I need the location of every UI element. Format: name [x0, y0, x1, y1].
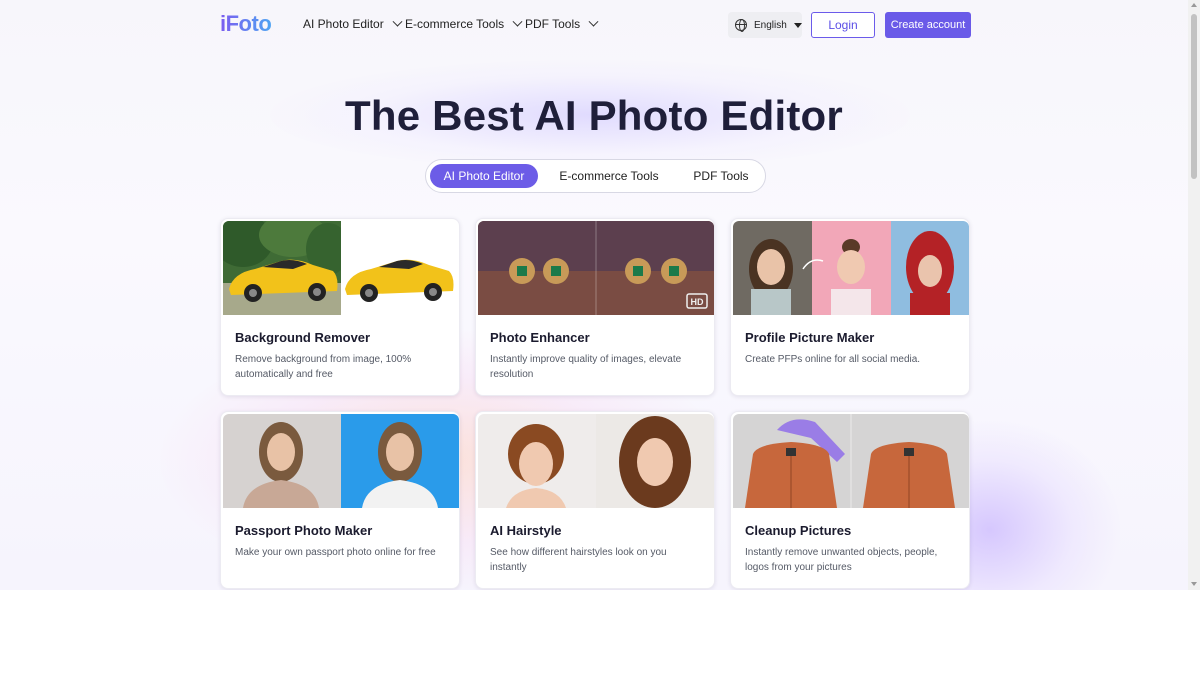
- category-tabs: AI Photo Editor E-commerce Tools PDF Too…: [425, 159, 766, 193]
- tab-ecommerce-tools[interactable]: E-commerce Tools: [548, 164, 670, 188]
- card-title: Cleanup Pictures: [745, 523, 852, 538]
- card-thumbnail: [223, 221, 459, 315]
- tool-card-passport-photo-maker[interactable]: Passport Photo Maker Make your own passp…: [220, 411, 460, 589]
- chevron-down-icon: [588, 16, 599, 27]
- nav-pdf-tools[interactable]: PDF Tools: [525, 16, 599, 31]
- tool-card-ai-hairstyle[interactable]: AI Hairstyle See how different hairstyle…: [475, 411, 715, 589]
- language-label: English: [754, 19, 787, 31]
- tab-pdf-tools[interactable]: PDF Tools: [680, 164, 762, 188]
- card-title: Profile Picture Maker: [745, 330, 875, 345]
- site-header: iFoto AI Photo Editor E-commerce Tools P…: [0, 0, 1188, 50]
- card-thumbnail: [223, 414, 459, 508]
- language-selector[interactable]: English: [728, 12, 802, 38]
- earrings-before-after-image: HD: [478, 221, 714, 315]
- scrollbar-thumb[interactable]: [1191, 14, 1197, 179]
- caret-down-icon: [793, 22, 802, 28]
- passport-before-after-image: [223, 414, 459, 508]
- card-description: Instantly remove unwanted objects, peopl…: [745, 547, 938, 573]
- nav-label: PDF Tools: [525, 17, 581, 31]
- scroll-down-arrow-icon[interactable]: [1191, 582, 1197, 586]
- chevron-down-icon: [512, 16, 523, 27]
- card-description: Instantly improve quality of images, ele…: [490, 354, 682, 380]
- card-description: Make your own passport photo online for …: [235, 547, 436, 558]
- scrollbar[interactable]: [1188, 0, 1200, 590]
- tab-ai-photo-editor[interactable]: AI Photo Editor: [430, 164, 538, 188]
- card-title: Photo Enhancer: [490, 330, 590, 345]
- create-account-button[interactable]: Create account: [885, 12, 971, 38]
- card-description: See how different hairstyles look on you…: [490, 547, 667, 573]
- tool-card-profile-picture-maker[interactable]: Profile Picture Maker Create PFPs online…: [730, 218, 970, 396]
- car-before-after-image: [223, 221, 459, 315]
- card-thumbnail: [478, 414, 714, 508]
- card-thumbnail: [733, 221, 969, 315]
- nav-ecommerce-tools[interactable]: E-commerce Tools: [405, 16, 523, 31]
- card-thumbnail: HD: [478, 221, 714, 315]
- card-title: Passport Photo Maker: [235, 523, 373, 538]
- page-title: The Best AI Photo Editor: [345, 92, 843, 139]
- nav-ai-photo-editor[interactable]: AI Photo Editor: [303, 16, 403, 31]
- hd-badge: HD: [691, 297, 704, 307]
- nav-label: AI Photo Editor: [303, 17, 384, 31]
- card-title: AI Hairstyle: [490, 523, 562, 538]
- page-viewport: iFoto AI Photo Editor E-commerce Tools P…: [0, 0, 1188, 590]
- profile-pictures-image: [733, 221, 969, 315]
- chevron-down-icon: [392, 16, 403, 27]
- globe-icon: [735, 19, 747, 32]
- logo[interactable]: iFoto: [220, 11, 272, 37]
- hairstyle-before-after-image: [478, 414, 714, 508]
- card-thumbnail: [733, 414, 969, 508]
- card-title: Background Remover: [235, 330, 371, 345]
- tool-card-cleanup-pictures[interactable]: Cleanup Pictures Instantly remove unwant…: [730, 411, 970, 589]
- jacket-before-after-image: [733, 414, 969, 508]
- tool-card-photo-enhancer[interactable]: HD Photo Enhancer Instantly improve qual…: [475, 218, 715, 396]
- nav-label: E-commerce Tools: [405, 17, 505, 31]
- card-description: Create PFPs online for all social media.: [745, 354, 921, 365]
- scroll-up-arrow-icon[interactable]: [1191, 3, 1197, 7]
- tool-card-background-remover[interactable]: Background Remover Remove background fro…: [220, 218, 460, 396]
- card-description: Remove background from image, 100% autom…: [235, 354, 412, 380]
- login-button[interactable]: Login: [811, 12, 875, 38]
